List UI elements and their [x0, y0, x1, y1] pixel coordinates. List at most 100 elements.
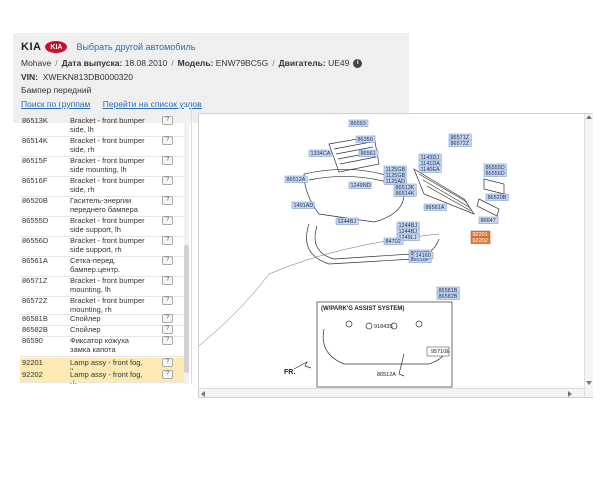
part-number: 86513K	[22, 116, 48, 125]
part-callout-label[interactable]: 1140EA	[421, 167, 440, 173]
part-number: 86515F	[22, 156, 48, 165]
part-row[interactable]: 86590 Фиксатор кожуха замка капота?	[20, 336, 184, 356]
part-info-button[interactable]: ?	[162, 136, 173, 145]
change-vehicle-link[interactable]: Выбрать другой автомобиль	[76, 42, 195, 52]
part-callout-label[interactable]: 1249ND	[351, 183, 371, 189]
part-name: Bracket - front bumper side, rh	[70, 136, 145, 154]
part-info-button[interactable]: ?	[162, 116, 173, 125]
diagram-vertical-scrollbar[interactable]	[584, 114, 593, 397]
model-name: Mohave	[21, 58, 52, 68]
part-row[interactable]: 86555D Bracket - front bumper side suppor…	[20, 216, 184, 236]
part-name: Bracket - front bumper mounting, lh	[70, 276, 145, 294]
part-row[interactable]: 86571Z Bracket - front bumper mounting, l…	[20, 276, 184, 296]
engine-label: Двигатель:	[278, 58, 326, 68]
part-callout-label[interactable]: 86350	[358, 137, 373, 143]
part-row[interactable]: 86561A Сетка-перед. бампер.центр.?	[20, 256, 184, 276]
part-name: Bracket - front bumper mounting, rh	[70, 296, 145, 314]
part-name: Bracket - front bumper side, rh	[70, 176, 145, 194]
part-row[interactable]: 86516F Bracket - front bumper side, rh?	[20, 176, 184, 196]
part-number: 86582B	[22, 325, 48, 334]
section-name: Бампер передний	[21, 85, 92, 95]
front-direction-label: FR.	[284, 369, 295, 376]
part-name: Lamp assy - front fog, lh	[70, 358, 143, 376]
part-info-button[interactable]: ?	[162, 296, 173, 305]
parts-list: 86513K Bracket - front bumper side, lh? 86…	[20, 108, 192, 384]
part-number: 86561A	[22, 256, 48, 265]
vin-value: XWEKN813DB0000320	[42, 72, 133, 82]
part-number: 86520B	[22, 196, 48, 205]
scroll-right-icon[interactable]	[568, 391, 572, 397]
part-name: Фиксатор кожуха замка капота	[70, 336, 129, 354]
release-value: 18.08.2010	[124, 58, 168, 68]
part-callout-label[interactable]: 86520B	[488, 195, 507, 201]
part-info-button[interactable]: ?	[162, 216, 173, 225]
part-info-button[interactable]: ?	[162, 325, 173, 334]
part-number: 86571Z	[22, 276, 48, 285]
part-callout-label[interactable]: 86512A	[287, 177, 306, 183]
part-name: Bracket - front bumper side mounting, lh	[70, 156, 145, 174]
part-info-button[interactable]: ?	[162, 156, 173, 165]
kia-logo-icon: KIA	[45, 41, 68, 53]
part-info-button[interactable]: ?	[162, 314, 173, 323]
parts-list-scroll-thumb[interactable]	[184, 245, 189, 373]
part-number: 86514K	[22, 136, 48, 145]
part-callout-label[interactable]: 84702	[386, 239, 401, 245]
diagram-horizontal-scrollbar[interactable]	[199, 388, 584, 397]
part-row[interactable]: 86572Z Bracket - front bumper mounting, r…	[20, 296, 184, 314]
part-name: Спойлер	[70, 314, 101, 323]
part-number: 86572Z	[22, 296, 48, 305]
part-row[interactable]: 86556D Bracket - front bumper side suppor…	[20, 236, 184, 256]
part-name: Гаситель-энергии переднего бампера	[70, 196, 138, 214]
brand-text: KIA	[21, 41, 42, 53]
part-info-button[interactable]: ?	[162, 196, 173, 205]
part-number: 86581B	[22, 314, 48, 323]
part-info-button[interactable]: ?	[162, 370, 173, 379]
part-info-button[interactable]: ?	[162, 236, 173, 245]
part-callout-label[interactable]: 86514K	[396, 191, 415, 197]
part-info-button[interactable]: ?	[162, 176, 173, 185]
brand-row: KIA KIA Выбрать другой автомобиль	[21, 39, 195, 55]
part-callout-label[interactable]: 86561A	[426, 205, 445, 211]
part-info-button[interactable]: ?	[162, 256, 173, 265]
park-assist-part-label[interactable]: 95710E	[431, 349, 450, 355]
diagram-canvas: FR. (W/PARK'G ASSIST SYSTEM) 86593 86350 1…	[199, 119, 509, 388]
part-callout-label[interactable]: 86593	[351, 121, 366, 127]
part-callout-label[interactable]: 1491AD	[294, 203, 314, 209]
part-name: Спойлер	[70, 325, 101, 334]
info-icon[interactable]: i	[353, 58, 363, 68]
part-name: Lamp assy - front fog, rh	[70, 370, 143, 384]
part-info-button[interactable]: ?	[162, 276, 173, 285]
park-assist-part-label[interactable]: 91843S	[374, 324, 393, 330]
scroll-up-icon[interactable]	[586, 115, 592, 119]
release-label: Дата выпуска:	[61, 58, 123, 68]
part-callout-label[interactable]: 14160	[416, 253, 431, 259]
row-divider	[20, 382, 184, 383]
part-row[interactable]: 86515F Bracket - front bumper side mounti…	[20, 156, 184, 176]
part-callout-label[interactable]: 86572Z	[451, 141, 470, 147]
part-name: Bracket - front bumper side support, rh	[70, 236, 145, 254]
part-row[interactable]: 86581B Спойлер?	[20, 314, 184, 325]
part-row[interactable]: 86582B Спойлер?	[20, 325, 184, 336]
part-row[interactable]: 92201 Lamp assy - front fog, lh?	[20, 358, 184, 376]
part-callout-label[interactable]: 92202	[473, 238, 488, 244]
part-number: 86555D	[22, 216, 49, 225]
part-callout-label[interactable]: 86556D	[486, 171, 505, 177]
part-callout-label[interactable]: 86582B	[439, 294, 458, 300]
part-row[interactable]: 92202 Lamp assy - front fog, rh?	[20, 370, 184, 384]
part-info-button[interactable]: ?	[162, 358, 173, 367]
part-callout-label[interactable]: 1244BJ	[338, 219, 357, 225]
part-row[interactable]: 86514K Bracket - front bumper side, rh?	[20, 136, 184, 156]
part-number: 92201	[22, 358, 43, 367]
parts-diagram: FR. (W/PARK'G ASSIST SYSTEM) 86593 86350 1…	[198, 113, 593, 398]
scroll-down-icon[interactable]	[586, 381, 592, 385]
part-callout-label[interactable]: 1334CA	[311, 151, 331, 157]
part-callout-label[interactable]: 86647	[481, 218, 496, 224]
part-row[interactable]: 86520B Гаситель-энергии переднего бампера…	[20, 196, 184, 216]
scroll-left-icon[interactable]	[201, 391, 205, 397]
part-callout-label[interactable]: 86561	[361, 151, 376, 157]
part-row[interactable]: 86513K Bracket - front bumper side, lh?	[20, 116, 184, 136]
vehicle-info-row: Mohave / Дата выпуска: 18.08.2010 / Моде…	[21, 58, 363, 68]
part-number: 92202	[22, 370, 43, 379]
part-info-button[interactable]: ?	[162, 336, 173, 345]
park-assist-part-label[interactable]: 86512A	[377, 372, 396, 378]
